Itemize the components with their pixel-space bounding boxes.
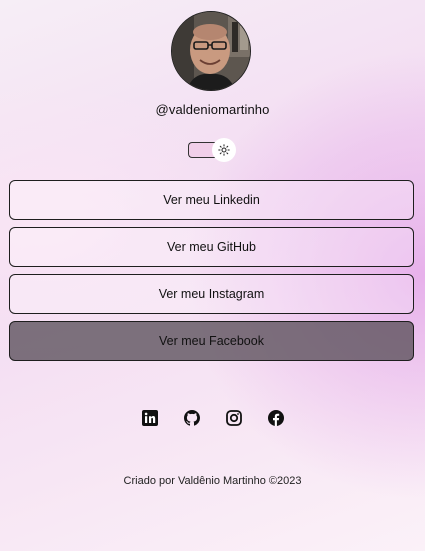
github-icon[interactable] [183,410,200,426]
footer-credit: Criado por Valdênio Martinho ©2023 [123,475,302,487]
github-button[interactable]: Ver meu GitHub [9,227,414,267]
facebook-button[interactable]: Ver meu Facebook [9,321,414,361]
facebook-icon[interactable] [267,410,284,426]
linkedin-button[interactable]: Ver meu Linkedin [9,180,414,220]
username: @valdeniomartinho [155,102,270,117]
linkedin-icon[interactable] [141,410,158,426]
avatar [171,11,251,91]
avatar-photo [172,12,250,90]
sun-icon [218,144,230,156]
social-icons [0,410,425,426]
instagram-button[interactable]: Ver meu Instagram [9,274,414,314]
page: @valdeniomartinho Ver meu Linkedin Ver m… [0,0,425,551]
toggle-knob[interactable] [212,138,236,162]
instagram-icon[interactable] [225,410,242,426]
theme-toggle[interactable] [188,138,236,162]
